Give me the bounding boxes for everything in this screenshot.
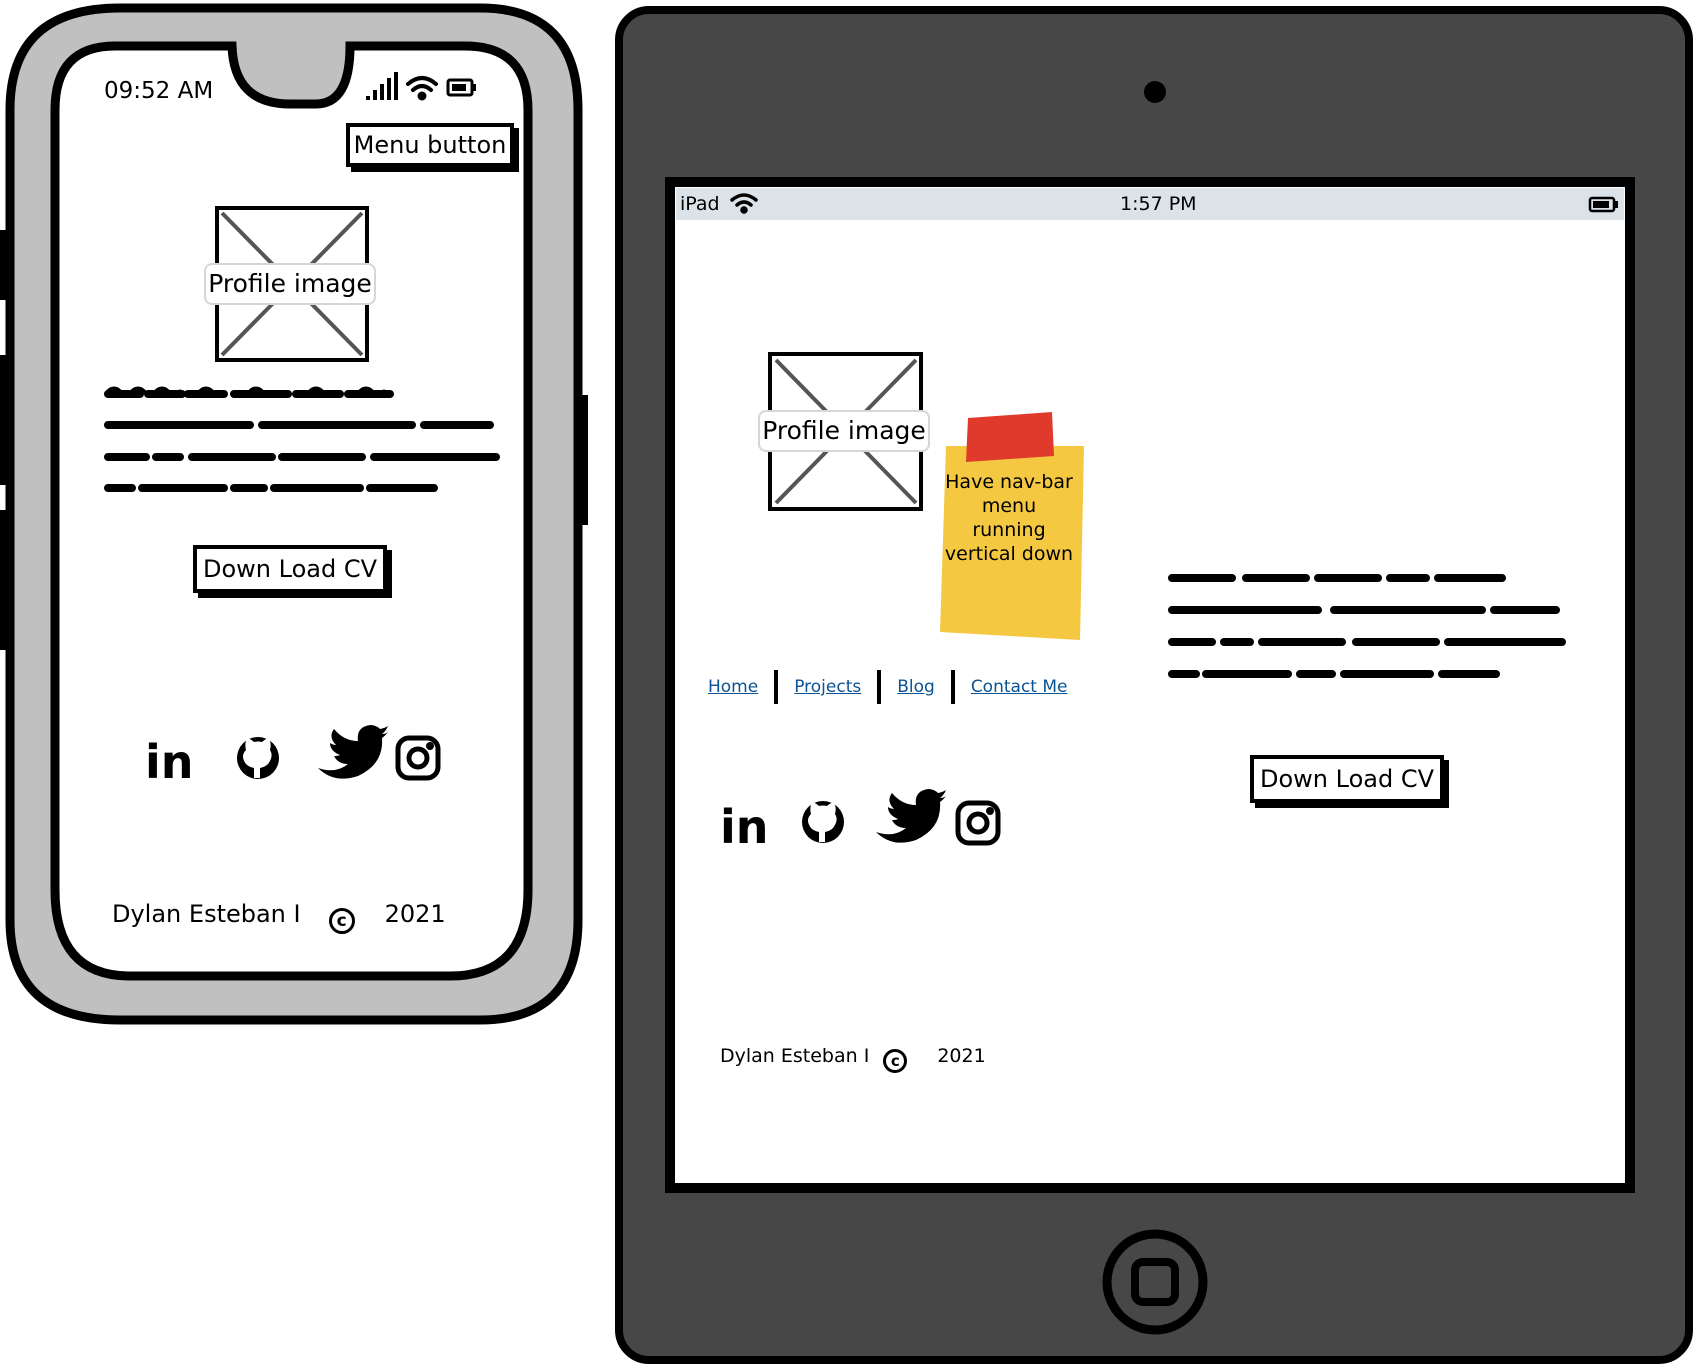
copyright-icon: c (883, 1049, 908, 1073)
camera-icon (1144, 81, 1166, 103)
nav-divider (950, 670, 955, 704)
footer: Dylan Esteban I c 2021 (720, 1045, 986, 1073)
svg-text:in: in (720, 800, 769, 854)
tablet-mockup: in iPad 1:57 PM Profile image Have nav-b… (0, 0, 1696, 1368)
nav-blog-link[interactable]: Blog (897, 677, 935, 697)
nav-divider (877, 670, 882, 704)
nav-projects-link[interactable]: Projects (794, 677, 861, 697)
sticky-note-text: Have nav-bar menu running vertical down (944, 471, 1074, 565)
nav-contact-link[interactable]: Contact Me (971, 677, 1068, 697)
profile-image-label: Profile image (758, 410, 930, 452)
download-cv-button[interactable]: Down Load CV (1250, 755, 1444, 803)
github-icon (802, 801, 844, 843)
status-time: 1:57 PM (1120, 193, 1197, 215)
linkedin-icon: in (720, 800, 769, 854)
footer-name: Dylan Esteban I (720, 1045, 870, 1067)
footer-year: 2021 (937, 1045, 986, 1067)
nav-home-link[interactable]: Home (708, 677, 758, 697)
status-carrier: iPad (680, 193, 720, 215)
nav-divider (774, 670, 779, 704)
nav-bar: Home Projects Blog Contact Me (708, 670, 1067, 704)
